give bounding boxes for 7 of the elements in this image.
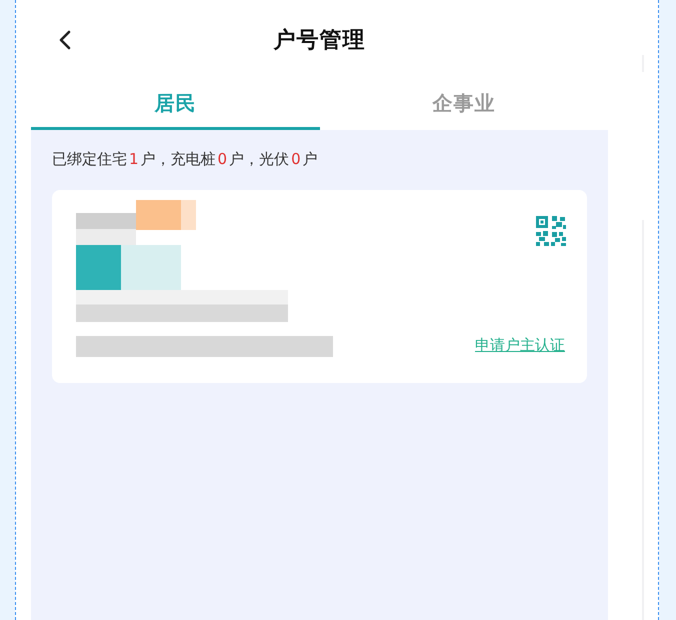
- qr-code-icon[interactable]: [535, 215, 567, 247]
- page-title: 户号管理: [274, 27, 366, 55]
- binding-summary: 已绑定住宅 1 户，充电桩 0 户，光伏 0户: [52, 149, 319, 170]
- tab[interactable]: 企事业: [320, 80, 608, 130]
- chevron-left-icon: [58, 30, 72, 50]
- pixelated-block: [136, 200, 196, 230]
- owner-verification-link[interactable]: 申请户主认证: [475, 335, 565, 355]
